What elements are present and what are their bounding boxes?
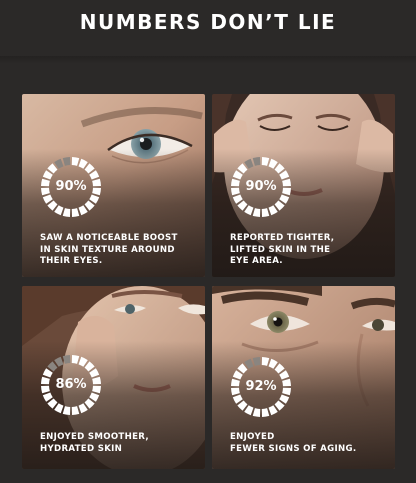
- card-caption-3: ENJOYED SMOOTHER, HYDRATED SKIN: [40, 432, 200, 455]
- percent-label-3: 86%: [55, 377, 87, 392]
- caption-line: FEWER SIGNS OF AGING.: [230, 443, 357, 454]
- stat-card-3: 86% ENJOYED SMOOTHER, HYDRATED SKIN: [22, 286, 205, 469]
- stat-card-2: 90% REPORTED TIGHTER, LIFTED SKIN IN THE…: [212, 94, 395, 277]
- caption-line: IN SKIN TEXTURE AROUND: [40, 244, 175, 255]
- caption-line: ENJOYED: [230, 432, 275, 442]
- page-title: NUMBERS DON’T LIE: [79, 10, 337, 34]
- caption-line: THEIR EYES.: [40, 256, 103, 266]
- caption-line: SAW A NOTICEABLE BOOST: [40, 233, 178, 243]
- header-divider: [0, 56, 416, 64]
- percent-label-2: 90%: [245, 179, 277, 194]
- caption-line: EYE AREA.: [230, 256, 283, 266]
- card-caption-4: ENJOYED FEWER SIGNS OF AGING.: [230, 432, 390, 455]
- card-caption-1: SAW A NOTICEABLE BOOST IN SKIN TEXTURE A…: [40, 233, 200, 268]
- percent-label-1: 90%: [55, 179, 87, 194]
- card-caption-2: REPORTED TIGHTER, LIFTED SKIN IN THE EYE…: [230, 233, 390, 268]
- percent-label-4: 92%: [245, 379, 277, 394]
- caption-line: REPORTED TIGHTER,: [230, 233, 335, 243]
- stat-card-1: 90% SAW A NOTICEABLE BOOST IN SKIN TEXTU…: [22, 94, 205, 277]
- caption-line: LIFTED SKIN IN THE: [230, 244, 331, 255]
- caption-line: HYDRATED SKIN: [40, 443, 123, 454]
- caption-line: ENJOYED SMOOTHER,: [40, 432, 149, 442]
- stat-card-4: 92% ENJOYED FEWER SIGNS OF AGING.: [212, 286, 395, 469]
